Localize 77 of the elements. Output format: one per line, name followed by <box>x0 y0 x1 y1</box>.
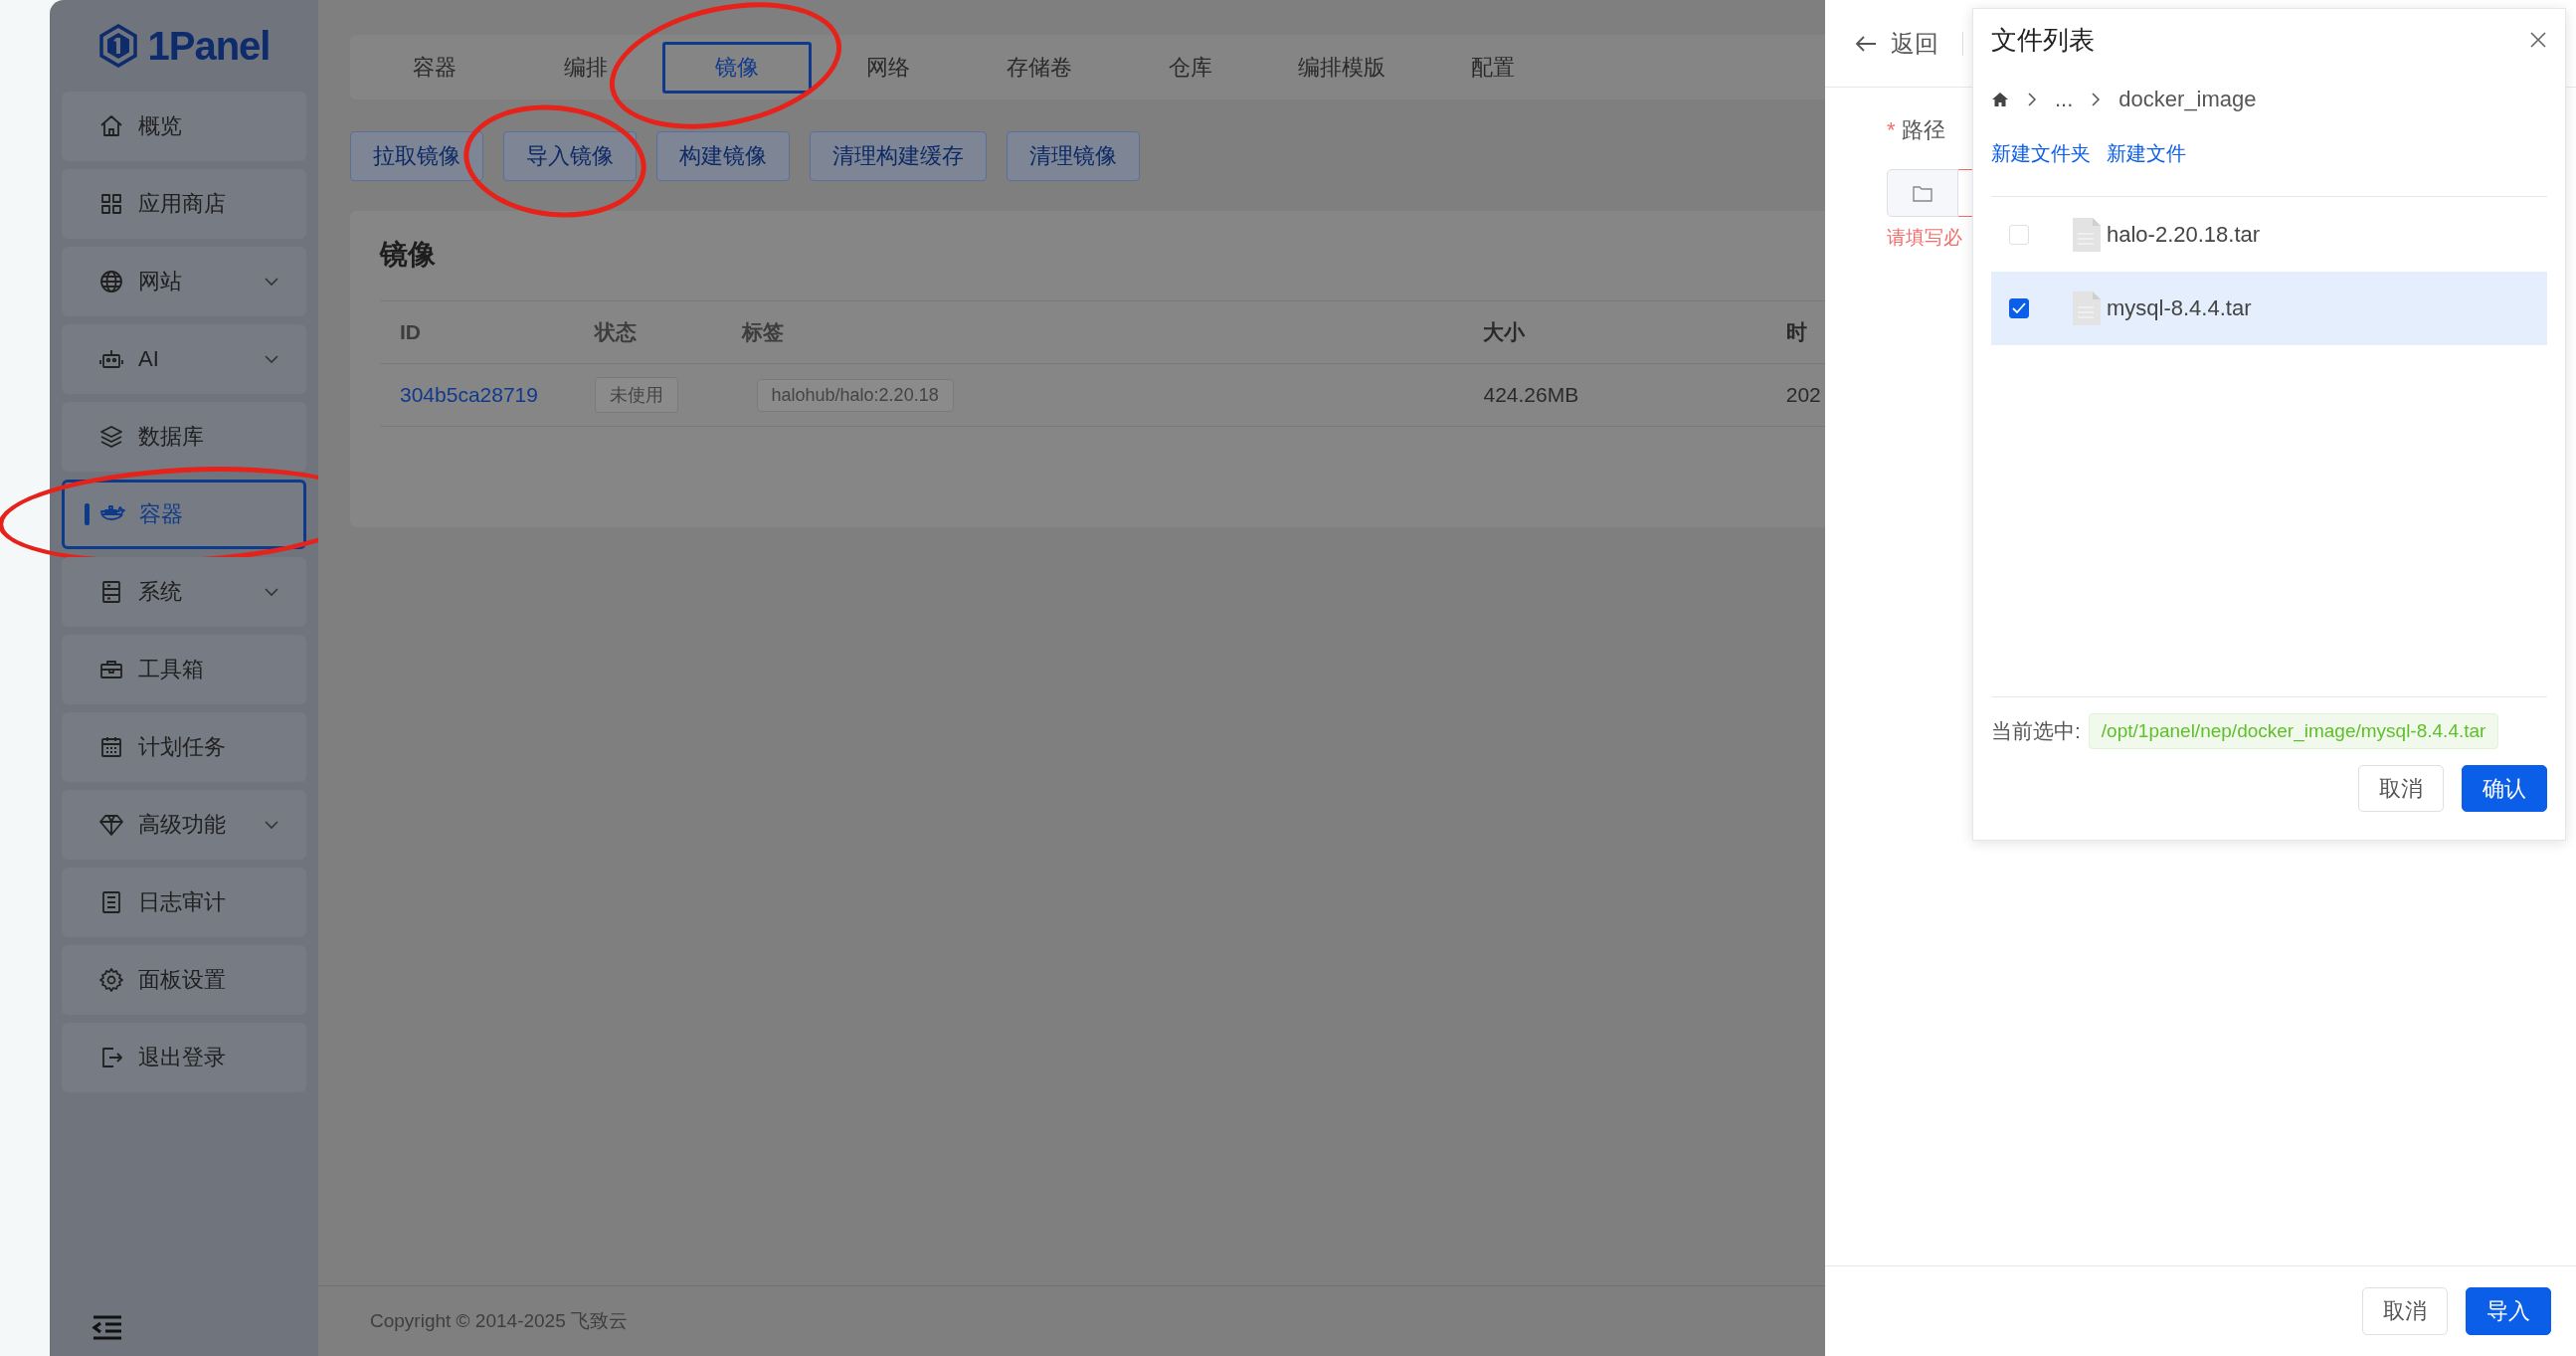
calendar-icon <box>98 734 124 760</box>
sidebar-item[interactable]: 退出登录 <box>62 1023 306 1092</box>
image-id-link[interactable]: 304b5ca28719 <box>400 383 538 406</box>
sidebar-item[interactable]: 容器 <box>62 480 306 549</box>
copyright-text: Copyright © 2014-2025 飞致云 <box>370 1309 628 1333</box>
file-row[interactable]: mysql-8.4.4.tar <box>1991 272 2547 345</box>
sidebar-item[interactable]: 概览 <box>62 92 306 161</box>
file-icon <box>2073 218 2101 252</box>
cancel-button[interactable]: 取消 <box>2358 765 2444 812</box>
path-label: 路径 <box>1901 117 1945 142</box>
required-mark: * <box>1887 117 1896 142</box>
sidebar-item[interactable]: 高级功能 <box>62 790 306 860</box>
status-tag: 未使用 <box>595 377 679 413</box>
breadcrumb-item[interactable]: docker_image <box>2118 87 2257 112</box>
table-cell: 424.26MB <box>1483 383 1579 406</box>
sidebar-item[interactable]: 日志审计 <box>62 868 306 937</box>
column-header: 标签 <box>741 319 785 345</box>
cancel-button[interactable]: 取消 <box>2362 1287 2448 1335</box>
sidebar-item[interactable]: 工具箱 <box>62 635 306 704</box>
back-arrow-icon[interactable] <box>1855 34 1877 53</box>
tab[interactable]: 编排 <box>511 41 660 94</box>
action-button[interactable]: 拉取镜像 <box>350 131 483 181</box>
tab[interactable]: 仓库 <box>1116 41 1265 94</box>
layers-icon <box>98 424 124 450</box>
tab[interactable]: 镜像 <box>662 41 812 94</box>
create-link[interactable]: 新建文件 <box>2107 139 2186 167</box>
back-link[interactable]: 返回 <box>1891 27 1938 60</box>
app-logo: 1Panel <box>147 23 271 69</box>
column-header: 时 <box>1785 319 1808 345</box>
error-message: 请填写必 <box>1887 226 1962 250</box>
sidebar-item[interactable]: 数据库 <box>62 402 306 472</box>
column-header: 状态 <box>595 319 639 345</box>
sidebar-item[interactable]: 应用商店 <box>62 169 306 239</box>
file-icon <box>2073 291 2101 325</box>
sidebar-item[interactable]: 计划任务 <box>62 712 306 782</box>
menu-collapse-icon[interactable] <box>92 1314 123 1342</box>
globe-icon <box>98 269 124 294</box>
tab[interactable]: 配置 <box>1418 41 1567 94</box>
file-row[interactable]: halo-2.20.18.tar <box>1991 198 2547 272</box>
close-icon[interactable] <box>2529 31 2547 49</box>
breadcrumb-item[interactable]: ... <box>2055 87 2074 112</box>
action-button[interactable]: 清理构建缓存 <box>810 131 987 181</box>
grid-icon <box>98 191 124 217</box>
column-header: ID <box>399 320 422 344</box>
diamond-icon <box>98 812 124 838</box>
settings-icon <box>98 967 124 993</box>
column-header: 大小 <box>1483 319 1527 345</box>
action-button[interactable]: 清理镜像 <box>1007 131 1140 181</box>
tab[interactable]: 网络 <box>814 41 963 94</box>
selected-indicator <box>85 503 90 525</box>
checkbox[interactable] <box>2009 298 2029 318</box>
folder-icon <box>1913 184 1932 202</box>
table-cell: 202 <box>1785 383 1821 406</box>
file-name: mysql-8.4.4.tar <box>2107 295 2252 321</box>
home-icon <box>98 113 124 139</box>
dialog-title: 文件列表 <box>1991 23 2095 57</box>
action-button[interactable]: 构建镜像 <box>656 131 790 181</box>
action-button[interactable]: 导入镜像 <box>503 131 637 181</box>
chevron-right-icon <box>2027 92 2037 107</box>
sidebar-item[interactable]: 面板设置 <box>62 945 306 1015</box>
tab[interactable]: 存储卷 <box>965 41 1114 94</box>
image-tag: halohub/halo:2.20.18 <box>756 378 954 412</box>
sidebar-item[interactable]: AI <box>62 324 306 394</box>
sidebar-item[interactable]: 系统 <box>62 557 306 627</box>
card-title: 镜像 <box>380 231 1825 301</box>
logo-icon <box>97 24 138 68</box>
create-link[interactable]: 新建文件夹 <box>1991 139 2091 167</box>
primary-button[interactable]: 确认 <box>2462 765 2547 812</box>
file-name: halo-2.20.18.tar <box>2107 222 2261 248</box>
sidebar-item[interactable]: 网站 <box>62 247 306 316</box>
primary-button[interactable]: 导入 <box>2466 1287 2551 1335</box>
current-selection-label: 当前选中: <box>1991 718 2081 744</box>
chevron-right-icon <box>2091 92 2102 107</box>
selected-path-tag: /opt/1panel/nep/docker_image/mysql-8.4.4.tar <box>2088 713 2499 749</box>
tab[interactable]: 编排模版 <box>1267 41 1416 94</box>
home-icon[interactable] <box>1991 92 2009 107</box>
tab[interactable]: 容器 <box>360 41 509 94</box>
